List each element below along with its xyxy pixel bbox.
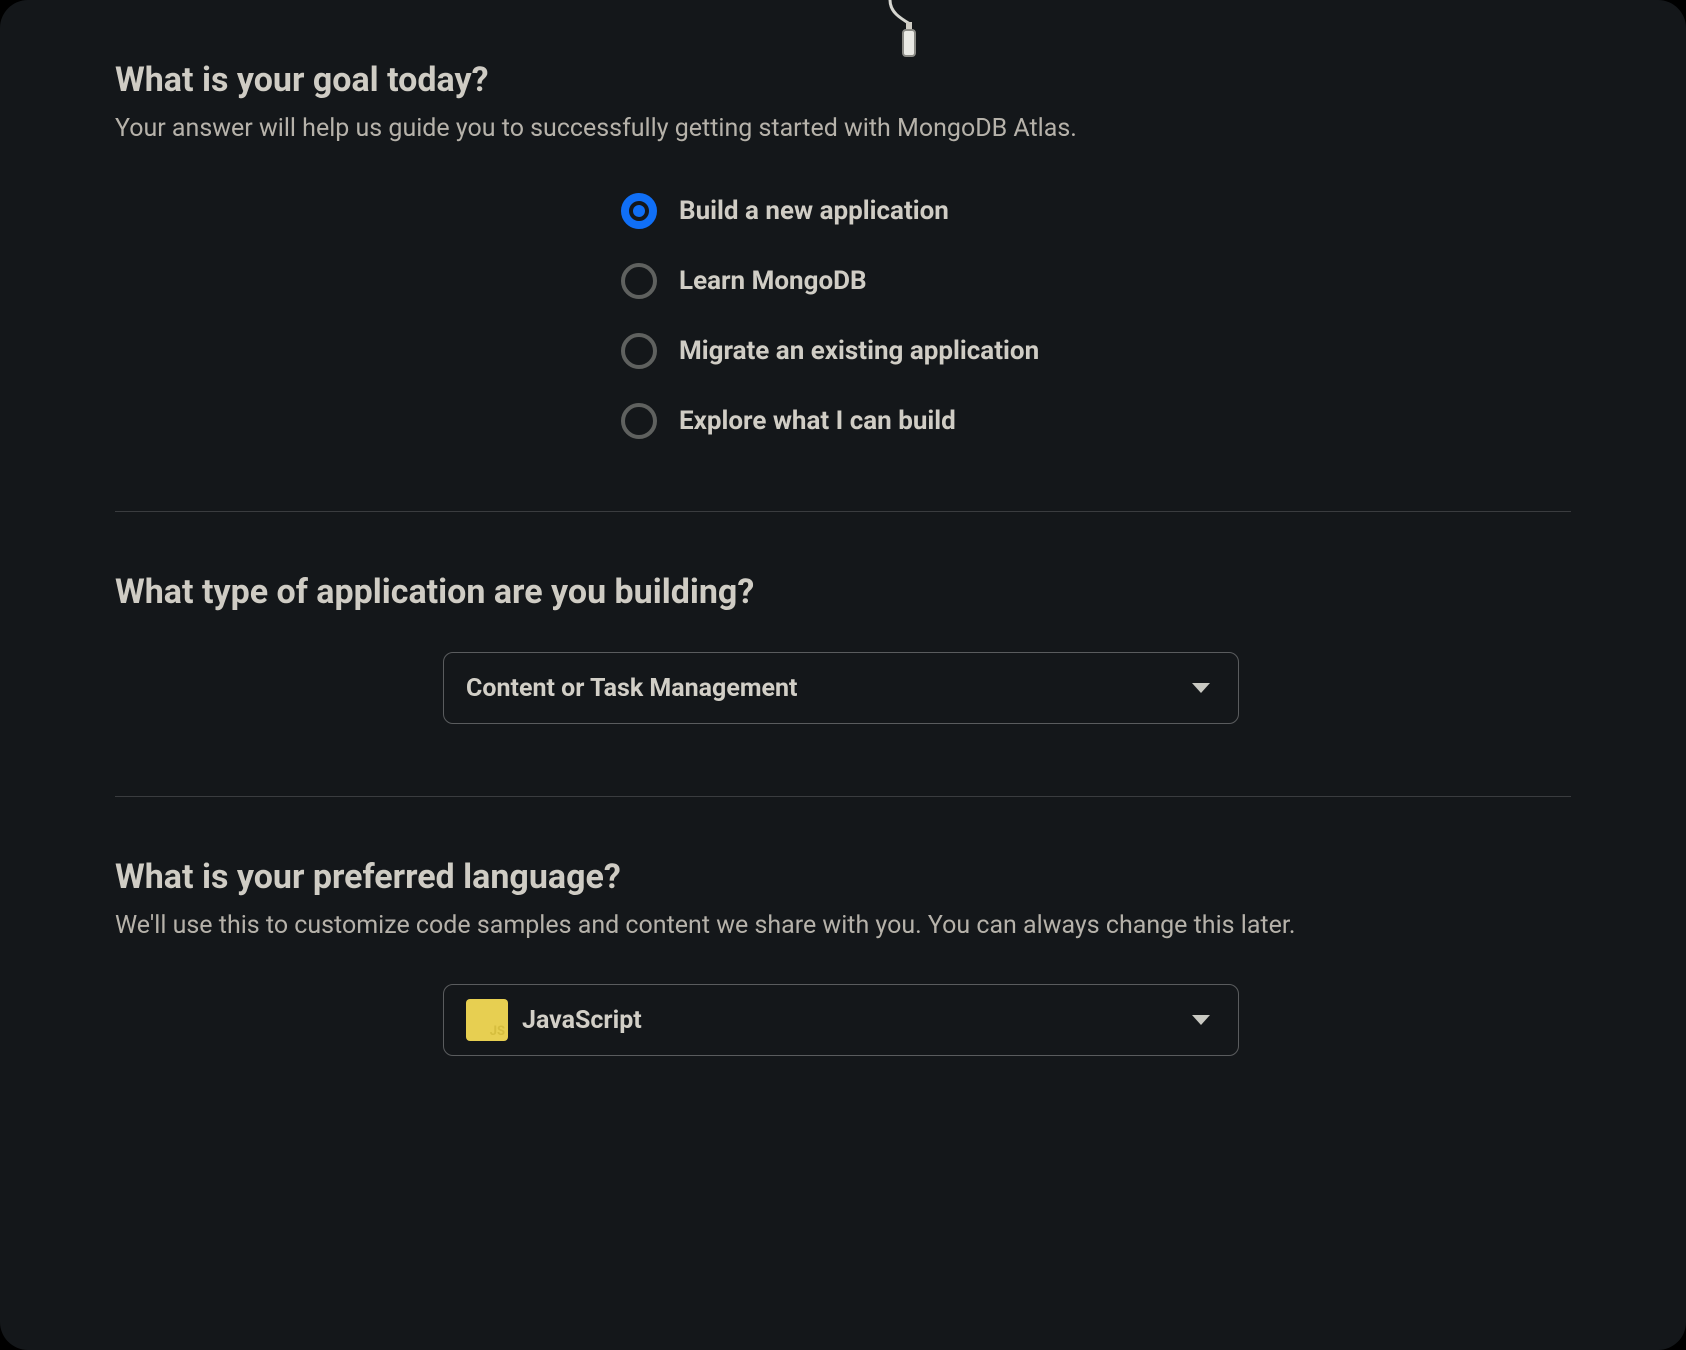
- radio-unselected-icon: [621, 333, 657, 369]
- language-section: What is your preferred language? We'll u…: [115, 796, 1571, 1056]
- goal-subtext: Your answer will help us guide you to su…: [115, 114, 1571, 143]
- radio-label: Migrate an existing application: [679, 336, 1039, 366]
- onboarding-form: What is your goal today? Your answer wil…: [0, 0, 1686, 1350]
- radio-unselected-icon: [621, 263, 657, 299]
- chevron-down-icon: [1192, 683, 1210, 693]
- radio-selected-icon: [621, 193, 657, 229]
- goal-section: What is your goal today? Your answer wil…: [115, 0, 1571, 439]
- goal-option-explore[interactable]: Explore what I can build: [621, 403, 1571, 439]
- language-subtext: We'll use this to customize code samples…: [115, 911, 1571, 940]
- goal-question: What is your goal today?: [115, 60, 1571, 100]
- goal-option-learn[interactable]: Learn MongoDB: [621, 263, 1571, 299]
- app-type-section: What type of application are you buildin…: [115, 511, 1571, 724]
- radio-unselected-icon: [621, 403, 657, 439]
- select-value: Content or Task Management: [466, 674, 1192, 703]
- chevron-down-icon: [1192, 1015, 1210, 1025]
- select-value: JavaScript: [522, 1006, 1192, 1035]
- javascript-icon: JS: [466, 999, 508, 1041]
- radio-label: Build a new application: [679, 196, 949, 226]
- language-question: What is your preferred language?: [115, 857, 1571, 897]
- app-type-question: What type of application are you buildin…: [115, 572, 1571, 612]
- goal-option-migrate[interactable]: Migrate an existing application: [621, 333, 1571, 369]
- goal-radio-group: Build a new application Learn MongoDB Mi…: [621, 193, 1571, 439]
- radio-label: Explore what I can build: [679, 406, 956, 436]
- language-select[interactable]: JS JavaScript: [443, 984, 1239, 1056]
- goal-option-build[interactable]: Build a new application: [621, 193, 1571, 229]
- radio-label: Learn MongoDB: [679, 266, 867, 296]
- app-type-select[interactable]: Content or Task Management: [443, 652, 1239, 724]
